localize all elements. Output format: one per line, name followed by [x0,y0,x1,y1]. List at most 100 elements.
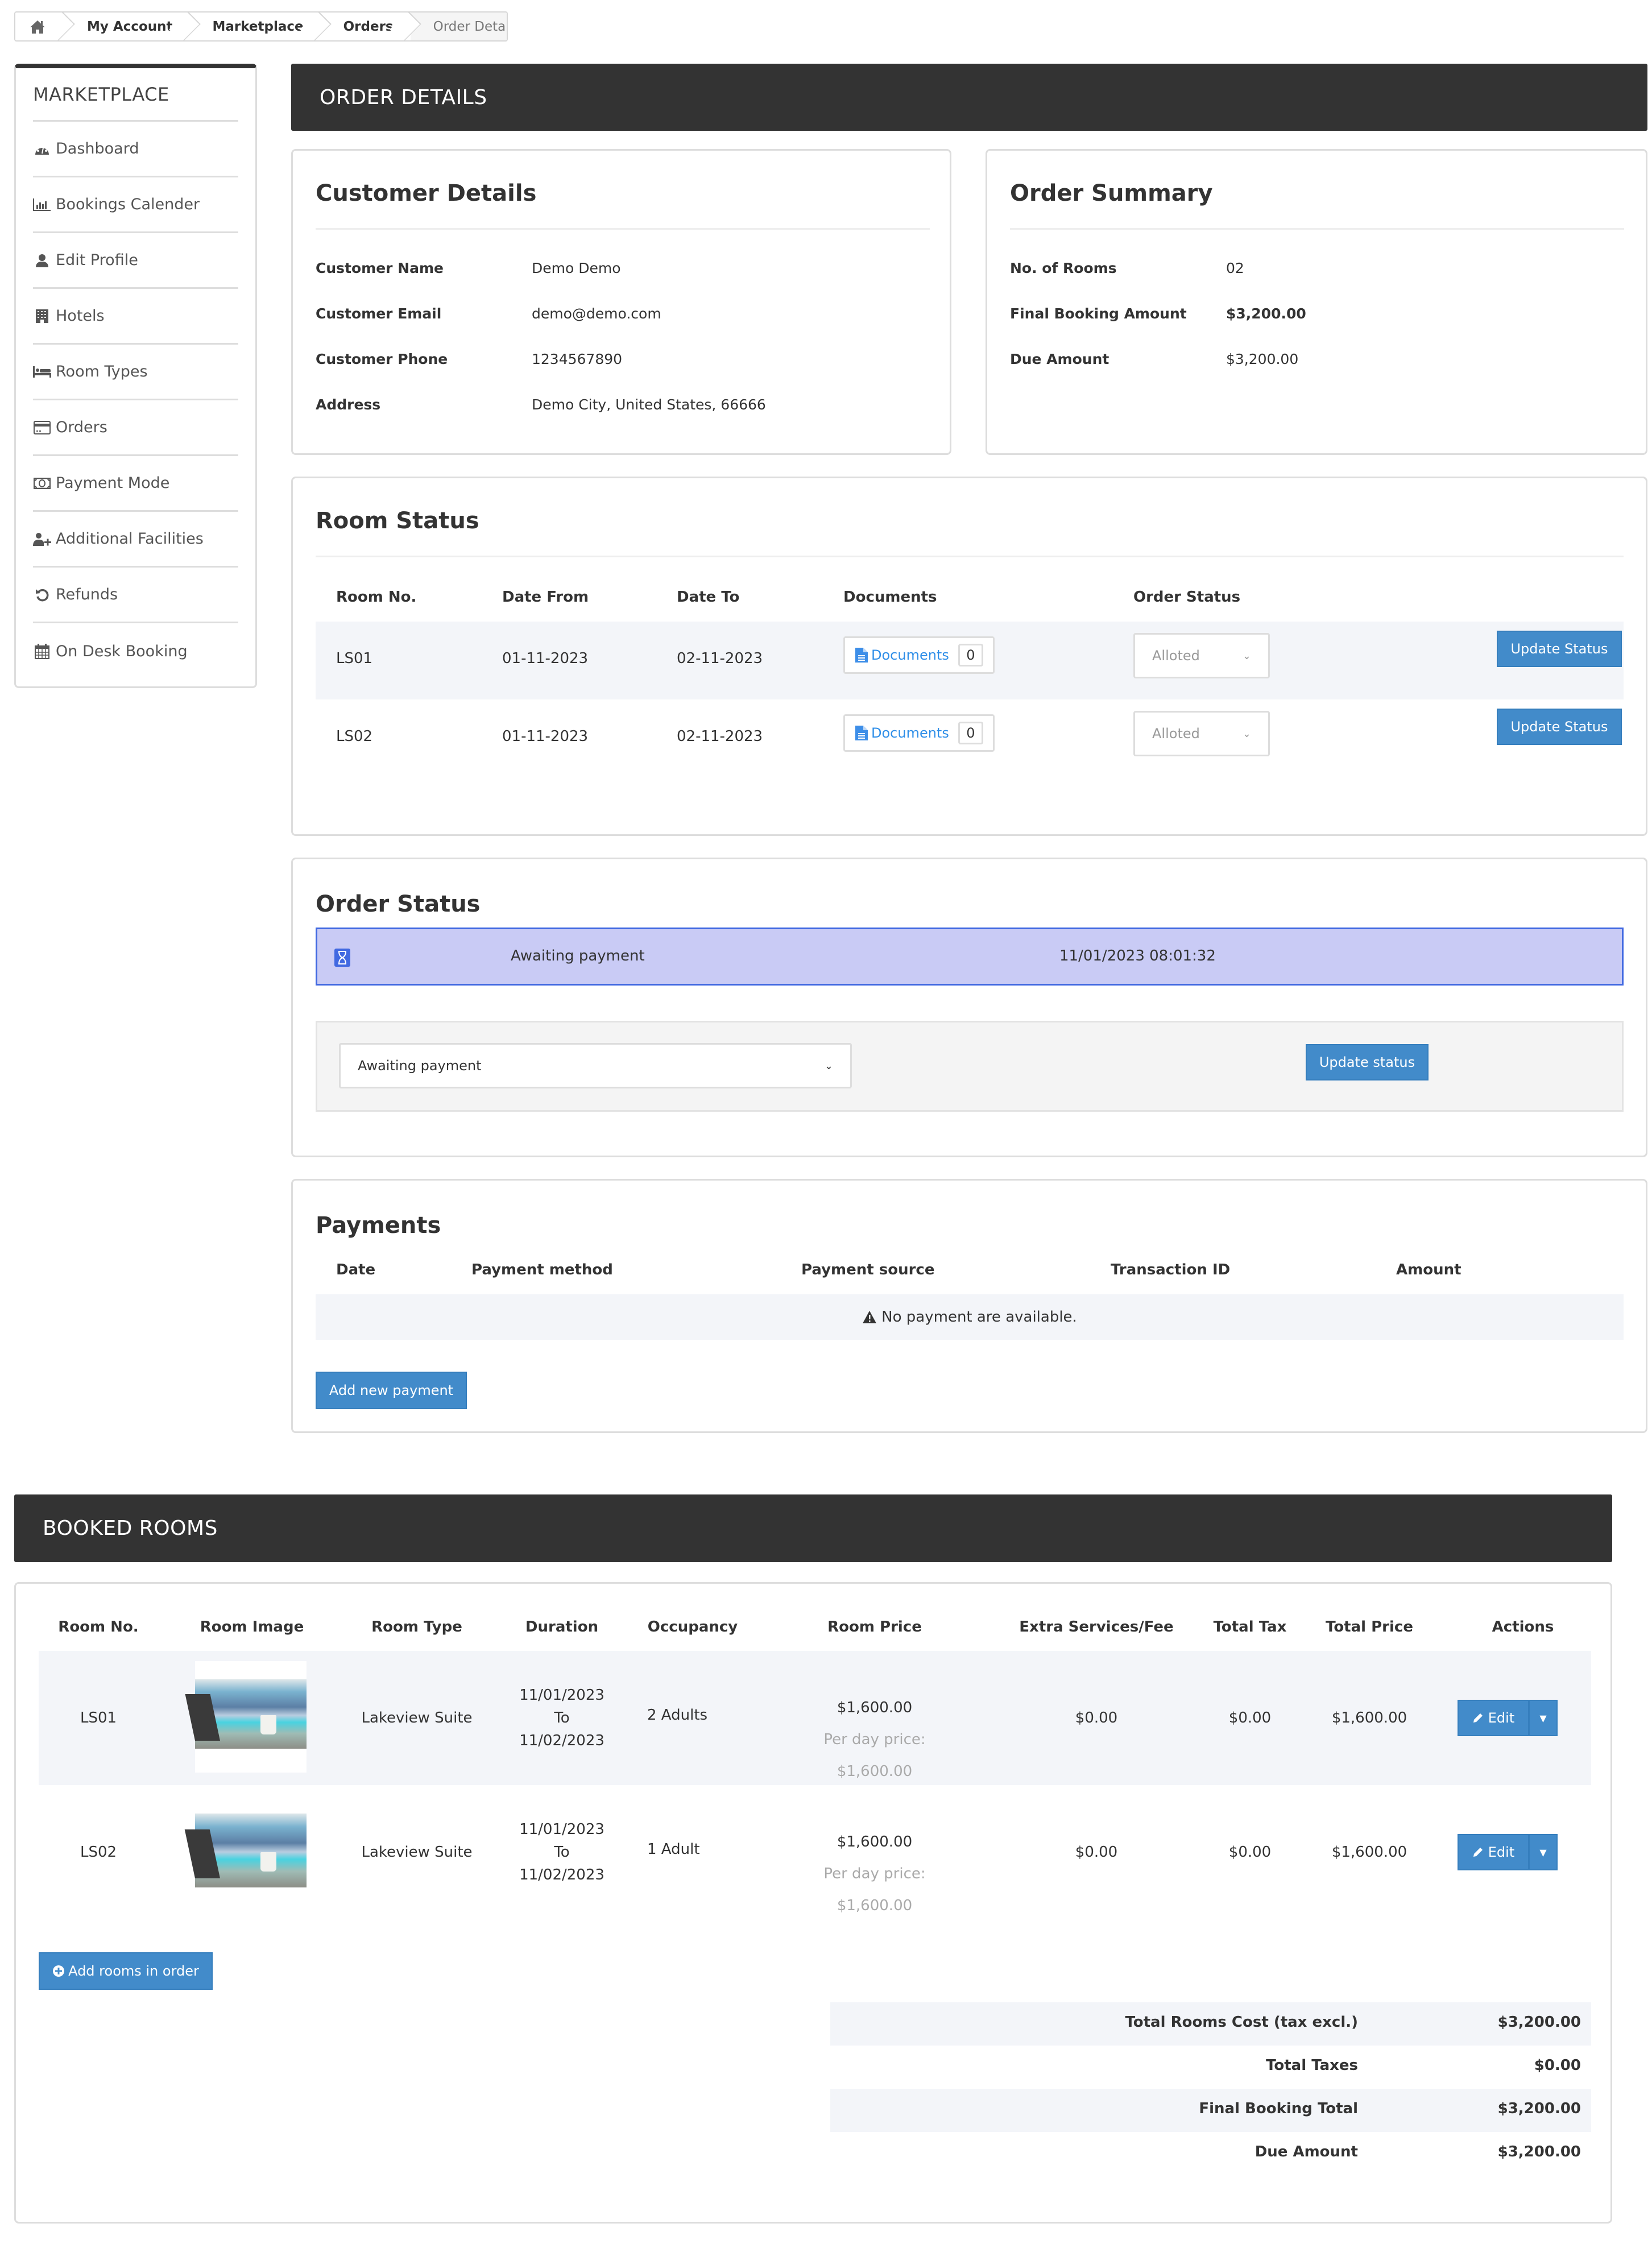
update-status-panel: Awaiting payment ⌄ Update status [316,1021,1624,1112]
order-summary-card: Order Summary No. of Rooms 02 Final Book… [986,149,1647,455]
final-booking-amount-label: Final Booking Amount [1010,305,1187,322]
hourglass-icon [334,949,350,967]
pencil-icon [1473,1713,1483,1723]
add-rooms-in-order-button[interactable]: Add rooms in order [39,1952,213,1990]
sidebar-item-refunds[interactable]: Refunds [33,568,238,623]
documents-button[interactable]: Documents 0 [843,714,995,752]
order-details-title: ORDER DETAILS [320,85,487,109]
sidebar-item-edit-profile[interactable]: Edit Profile [33,233,238,289]
sidebar-item-additional-facilities[interactable]: Additional Facilities [33,512,238,568]
no-of-rooms-value: 02 [1226,260,1244,276]
breadcrumb-marketplace[interactable]: Marketplace [189,13,321,40]
edit-dropdown-toggle[interactable]: ▼ [1529,1700,1558,1736]
room-status-title: Room Status [316,508,479,534]
room-image [184,1795,307,1907]
documents-count: 0 [958,644,983,666]
add-rooms-label: Add rooms in order [68,1963,199,1979]
room-number: LS02 [336,728,373,745]
sidebar-item-label: Dashboard [56,140,139,158]
edit-button[interactable]: Edit [1458,1700,1529,1736]
divider [1010,228,1624,230]
room-price: $1,600.00 [837,1699,913,1716]
divider [316,228,930,230]
column-header-payment-method: Payment method [471,1261,613,1278]
sidebar-title: MARKETPLACE [33,68,238,122]
occupancy: 1 Adult [647,1841,700,1858]
extra-services: $0.00 [1075,1709,1118,1727]
booked-rooms-header: BOOKED ROOMS [14,1494,1612,1562]
sidebar-item-payment-mode[interactable]: Payment Mode [33,456,238,512]
column-header-room-no: Room No. [336,589,417,606]
column-header-order-status: Order Status [1133,589,1241,606]
order-status-select[interactable]: Awaiting payment ⌄ [339,1043,852,1088]
sidebar: MARKETPLACE Dashboard Bookings Calender … [14,64,257,688]
sidebar-item-dashboard[interactable]: Dashboard [33,122,238,177]
totals-row: Due Amount $3,200.00 [830,2132,1591,2175]
bed-icon [33,364,51,380]
sidebar-item-room-types[interactable]: Room Types [33,345,238,400]
column-header-actions: Actions [1492,1618,1554,1636]
payments-card: Payments Date Payment method Payment sou… [291,1179,1647,1433]
edit-dropdown-toggle[interactable]: ▼ [1529,1834,1558,1870]
sidebar-item-bookings-calender[interactable]: Bookings Calender [33,177,238,233]
duration-from: 11/01/2023 [519,1687,605,1704]
breadcrumb: My Account Marketplace Orders Order Deta… [14,11,508,42]
status-history-datetime: 11/01/2023 08:01:32 [1059,947,1216,964]
column-header-total-tax: Total Tax [1213,1618,1287,1636]
sidebar-item-hotels[interactable]: Hotels [33,289,238,345]
calendar-icon [33,643,51,659]
due-amount-value: $3,200.00 [1226,351,1299,367]
edit-label: Edit [1488,1710,1515,1726]
room-status-select[interactable]: Alloted ⌄ [1133,633,1270,678]
chevron-down-icon: ⌄ [1242,727,1251,740]
file-icon [855,726,868,740]
breadcrumb-label: Order Details [433,19,507,34]
per-day-price: Per day price: $1,600.00 [823,1865,926,1914]
date-from: 01-11-2023 [502,650,589,667]
column-header-date: Date [336,1261,376,1278]
total-rooms-cost-label: Total Rooms Cost (tax excl.) [1125,2014,1358,2031]
edit-button[interactable]: Edit [1458,1834,1529,1870]
sidebar-item-label: On Desk Booking [56,642,188,660]
date-to: 02-11-2023 [677,650,763,667]
order-status-select-value: Awaiting payment [358,1058,482,1074]
totals-row: Final Booking Total $3,200.00 [830,2089,1591,2132]
update-order-status-button[interactable]: Update status [1306,1044,1429,1080]
date-to: 02-11-2023 [677,728,763,745]
room-number: LS01 [336,650,373,667]
refresh-icon [33,587,51,603]
add-new-payment-button[interactable]: Add new payment [316,1372,467,1409]
breadcrumb-orders[interactable]: Orders [320,13,411,40]
breadcrumb-my-account[interactable]: My Account [64,13,190,40]
update-room-status-button[interactable]: Update Status [1497,631,1622,667]
column-header-room-image: Room Image [200,1618,304,1636]
duration: 11/01/2023 To 11/02/2023 [505,1684,619,1752]
room-type: Lakeview Suite [361,1709,473,1727]
update-room-status-button[interactable]: Update Status [1497,709,1622,745]
divider [316,556,1624,557]
sidebar-item-orders[interactable]: Orders [33,400,238,456]
table-row: LS01 01-11-2023 02-11-2023 Documents 0 A… [316,622,1624,699]
caret-down-icon: ▼ [1539,1846,1547,1858]
column-header-extra-services: Extra Services/Fee [1019,1618,1174,1636]
sidebar-item-on-desk-booking[interactable]: On Desk Booking [33,623,238,679]
table-row: LS01 Lakeview Suite 11/01/2023 To 11/02/… [39,1651,1591,1785]
plus-circle-icon [53,1965,65,1977]
room-status-select[interactable]: Alloted ⌄ [1133,711,1270,756]
duration-to: 11/02/2023 [519,1866,605,1883]
room-status-value: Alloted [1152,648,1200,664]
duration-to-label: To [554,1844,570,1861]
breadcrumb-home[interactable] [15,13,64,40]
status-history-label: Awaiting payment [511,947,645,964]
order-status-title: Order Status [316,891,481,917]
documents-button[interactable]: Documents 0 [843,636,995,674]
total-price: $1,600.00 [1331,1844,1407,1861]
extra-services: $0.00 [1075,1844,1118,1861]
customer-email-label: Customer Email [316,305,442,322]
final-booking-total-label: Final Booking Total [1199,2100,1358,2117]
customer-name-label: Customer Name [316,260,444,276]
empty-payments-row: No payment are available. [316,1294,1624,1340]
column-header-duration: Duration [525,1618,599,1636]
totals-row: Total Taxes $0.00 [830,2046,1591,2089]
room-type: Lakeview Suite [361,1844,473,1861]
